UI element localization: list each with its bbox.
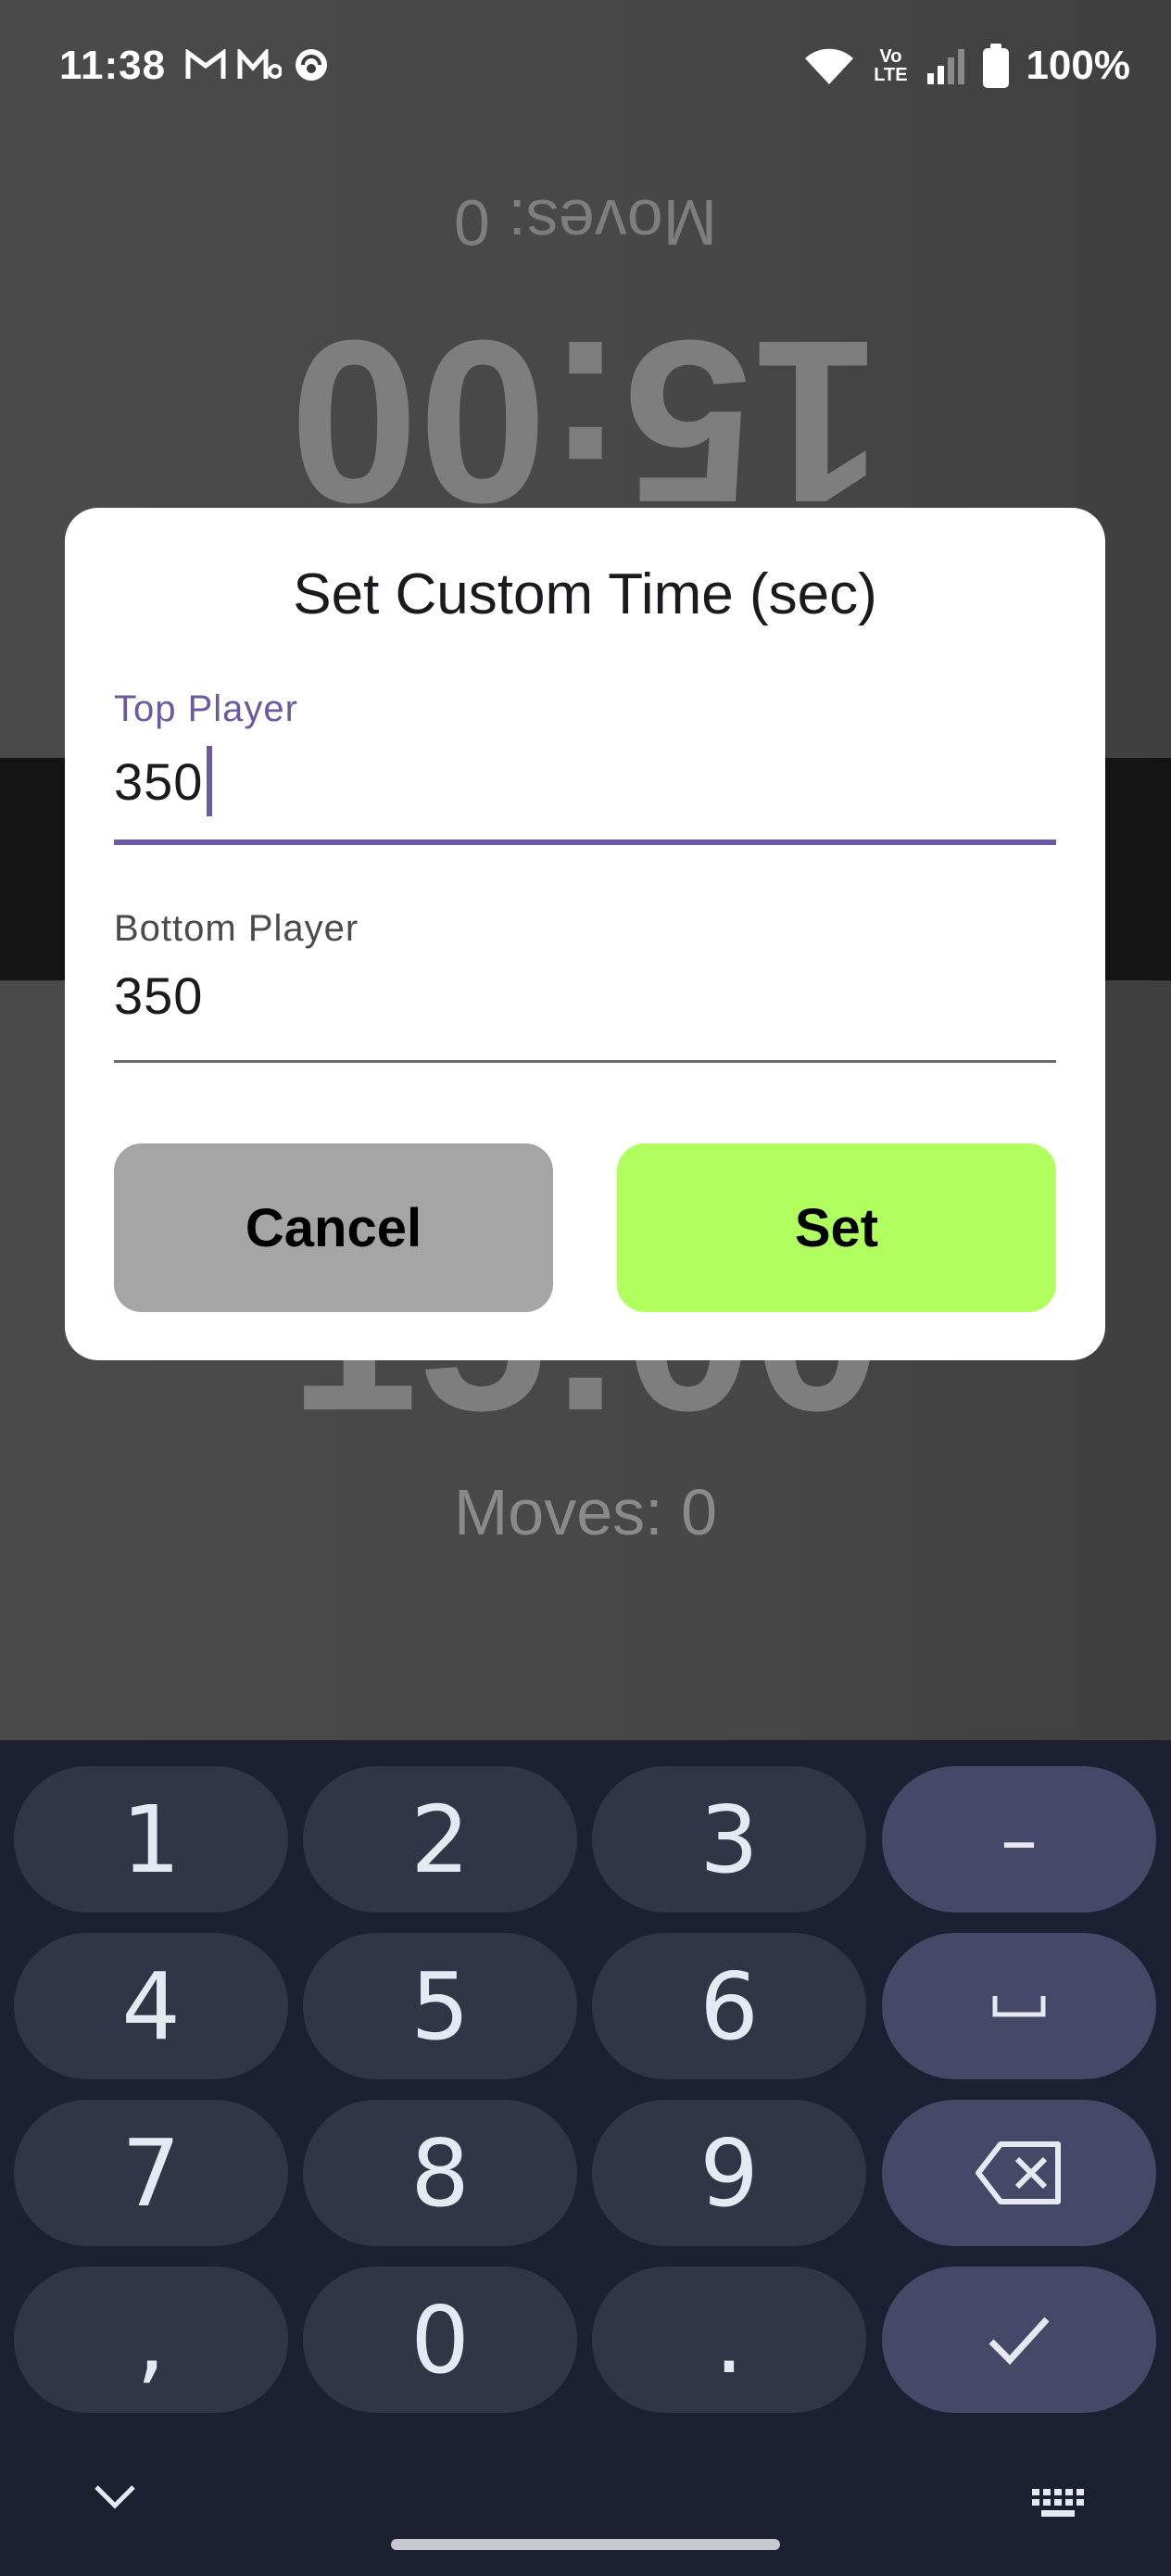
key-4[interactable]: 4 [14, 1933, 288, 2079]
keyboard-switch-icon[interactable] [1030, 2487, 1086, 2520]
set-button[interactable]: Set [617, 1143, 1056, 1312]
app-notification-icon [296, 49, 327, 81]
wifi-icon [805, 48, 854, 84]
minus-key[interactable]: – [882, 1766, 1156, 1913]
battery-icon [983, 44, 1010, 88]
bottom-player-input[interactable]: 350 [114, 966, 203, 1026]
custom-time-dialog: Set Custom Time (sec) Top Player 350 Bot… [65, 508, 1105, 1360]
check-icon [988, 2317, 1050, 2366]
backspace-key[interactable] [882, 2100, 1156, 2246]
key-5[interactable]: 5 [303, 1933, 577, 2079]
space-key[interactable] [882, 1933, 1156, 2079]
top-player-value: 350 [114, 751, 204, 811]
status-bar: 11:38 Vo LTE 100% [0, 0, 1171, 139]
top-timer: 15:00 [289, 293, 882, 551]
status-indicators: Vo LTE 100% [803, 43, 1130, 89]
numeric-keyboard: 1 2 3 – 4 5 6 7 8 9 , 0 . [0, 1740, 1171, 2576]
hide-keyboard-icon[interactable] [89, 2481, 141, 2511]
key-2[interactable]: 2 [303, 1766, 577, 1913]
outlook-icon [237, 49, 282, 79]
top-moves-counter: Moves: 0 [454, 186, 717, 259]
key-0[interactable]: 0 [303, 2267, 577, 2413]
signal-icon [927, 49, 965, 84]
key-8[interactable]: 8 [303, 2100, 577, 2246]
status-time: 11:38 [59, 43, 167, 88]
battery-percent: 100% [1026, 43, 1130, 88]
space-icon [992, 1996, 1046, 2017]
key-comma[interactable]: , [14, 2267, 288, 2413]
top-player-field[interactable]: Top Player 350 [114, 688, 1056, 894]
notification-icons [185, 46, 330, 83]
key-7[interactable]: 7 [14, 2100, 288, 2246]
key-9[interactable]: 9 [592, 2100, 866, 2246]
bottom-player-underline [114, 1060, 1056, 1063]
cancel-button[interactable]: Cancel [114, 1143, 553, 1312]
dialog-title: Set Custom Time (sec) [293, 562, 877, 626]
bottom-moves-counter: Moves: 0 [454, 1476, 717, 1548]
volte-badge: Vo LTE [874, 46, 908, 85]
top-player-underline [114, 840, 1056, 845]
bottom-player-label: Bottom Player [114, 908, 359, 949]
bottom-player-value: 350 [114, 966, 204, 1025]
key-1[interactable]: 1 [14, 1766, 288, 1913]
backspace-icon [976, 2141, 1061, 2204]
bottom-player-field[interactable]: Bottom Player 350 [114, 908, 1056, 1114]
text-cursor [207, 746, 213, 816]
top-player-input[interactable]: 350 [114, 746, 213, 816]
enter-key[interactable] [882, 2267, 1156, 2413]
navigation-handle[interactable] [391, 2539, 780, 2550]
key-6[interactable]: 6 [592, 1933, 866, 2079]
top-player-label: Top Player [114, 688, 298, 729]
key-3[interactable]: 3 [592, 1766, 866, 1913]
gmail-icon [185, 49, 226, 79]
key-period[interactable]: . [592, 2267, 866, 2413]
